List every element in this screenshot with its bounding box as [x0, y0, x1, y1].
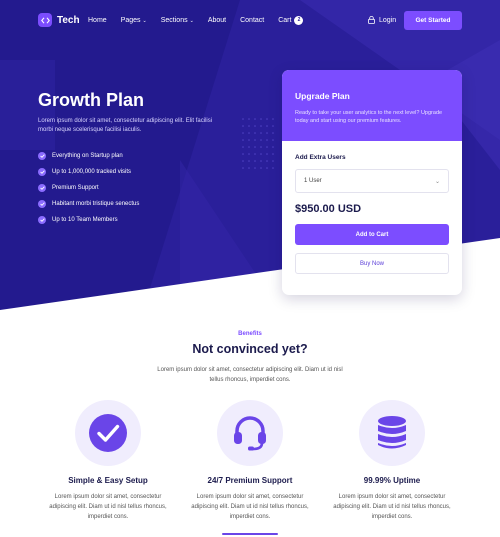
benefit-title: 24/7 Premium Support: [207, 476, 293, 485]
add-to-cart-button[interactable]: Add to Cart: [295, 224, 449, 245]
login-label: Login: [379, 16, 397, 24]
section-title: Not convinced yet?: [192, 342, 308, 356]
feature-label: Everything on Startup plan: [52, 153, 123, 159]
select-value: 1 User: [304, 178, 322, 184]
extra-users-select[interactable]: 1 User ⌄: [295, 169, 449, 193]
feature-label: Premium Support: [52, 185, 99, 191]
benefit-text: Lorem ipsum dolor sit amet, consectetur …: [49, 494, 167, 520]
nav-link-home[interactable]: Home: [88, 17, 107, 24]
buy-now-button[interactable]: Buy Now: [295, 253, 449, 274]
feature-list: Everything on Startup plan Up to 1,000,0…: [38, 148, 139, 228]
list-item: Up to 10 Team Members: [38, 212, 139, 228]
benefit-title: Simple & Easy Setup: [68, 476, 148, 485]
code-brackets-icon: [38, 13, 52, 27]
brand-logo[interactable]: Tech: [38, 13, 80, 27]
card-header: Upgrade Plan Ready to take your user ana…: [282, 70, 462, 141]
login-link[interactable]: Login: [368, 16, 396, 24]
nav-link-label: Cart: [278, 17, 292, 24]
benefit-title: 99.99% Uptime: [363, 476, 421, 485]
nav-link-label: About: [207, 17, 227, 24]
benefit-card: 99.99% Uptime Lorem ipsum dolor sit amet…: [322, 400, 462, 522]
feature-label: Habitant morbi tristique senectus: [52, 201, 140, 207]
nav-link-cart[interactable]: Cart 2: [278, 16, 304, 25]
get-started-button[interactable]: Get Started: [404, 11, 462, 30]
extra-users-label: Add Extra Users: [295, 154, 346, 161]
nav-link-pages[interactable]: Pages ⌄: [121, 17, 147, 24]
headset-icon: [234, 416, 266, 451]
divider: [222, 533, 278, 535]
nav-link-sections[interactable]: Sections ⌄: [161, 17, 194, 24]
page-title: Growth Plan: [38, 90, 145, 110]
benefit-icon-circle: [217, 400, 283, 466]
chevron-down-icon: ⌄: [189, 17, 194, 24]
benefit-icon-circle: [75, 400, 141, 466]
list-item: Everything on Startup plan: [38, 148, 139, 164]
brand-name: Tech: [57, 14, 80, 26]
section-text: Lorem ipsum dolor sit amet, consectetur …: [157, 367, 343, 383]
nav-links: Home Pages ⌄ Sections ⌄ About Contact Cart…: [88, 16, 317, 25]
check-icon: [38, 216, 46, 224]
database-icon: [378, 416, 406, 449]
cart-count-badge: 2: [294, 16, 304, 25]
nav-link-label: Sections: [160, 17, 188, 24]
nav-link-about[interactable]: About: [208, 17, 226, 24]
benefit-icon-circle: [359, 400, 425, 466]
benefit-text: Lorem ipsum dolor sit amet, consectetur …: [333, 494, 451, 520]
card-body: Add Extra Users 1 User ⌄ $950.00 USD Add…: [282, 141, 462, 274]
feature-label: Up to 10 Team Members: [52, 217, 118, 223]
check-icon: [38, 184, 46, 192]
nav-link-label: Home: [88, 17, 107, 24]
nav-link-label: Pages: [120, 17, 141, 24]
lock-icon: [368, 16, 375, 24]
card-description: Ready to take your user analytics to the…: [295, 110, 443, 124]
pricing-card: Upgrade Plan Ready to take your user ana…: [282, 70, 462, 295]
list-item: Premium Support: [38, 180, 139, 196]
nav-link-contact[interactable]: Contact: [240, 17, 264, 24]
price: $950.00 USD: [295, 203, 362, 215]
nav-link-label: Contact: [240, 17, 265, 24]
check-icon: [38, 168, 46, 176]
chevron-down-icon: ⌄: [434, 178, 440, 185]
section-eyebrow: Benefits: [238, 331, 262, 337]
list-item: Up to 1,000,000 tracked visits: [38, 164, 139, 180]
top-nav: Tech Home Pages ⌄ Sections ⌄ About Contact…: [0, 0, 500, 42]
benefit-card: Simple & Easy Setup Lorem ipsum dolor si…: [38, 400, 178, 522]
feature-label: Up to 1,000,000 tracked visits: [52, 169, 132, 175]
benefit-card: 24/7 Premium Support Lorem ipsum dolor s…: [180, 400, 320, 522]
list-item: Habitant morbi tristique senectus: [38, 196, 139, 212]
check-icon: [38, 152, 46, 160]
check-circle-icon: [89, 414, 127, 452]
card-title: Upgrade Plan: [295, 91, 350, 101]
benefit-text: Lorem ipsum dolor sit amet, consectetur …: [191, 494, 309, 520]
check-icon: [38, 200, 46, 208]
hero-subtitle: Lorem ipsum dolor sit amet, consectetur …: [38, 118, 213, 133]
chevron-down-icon: ⌄: [142, 17, 147, 24]
